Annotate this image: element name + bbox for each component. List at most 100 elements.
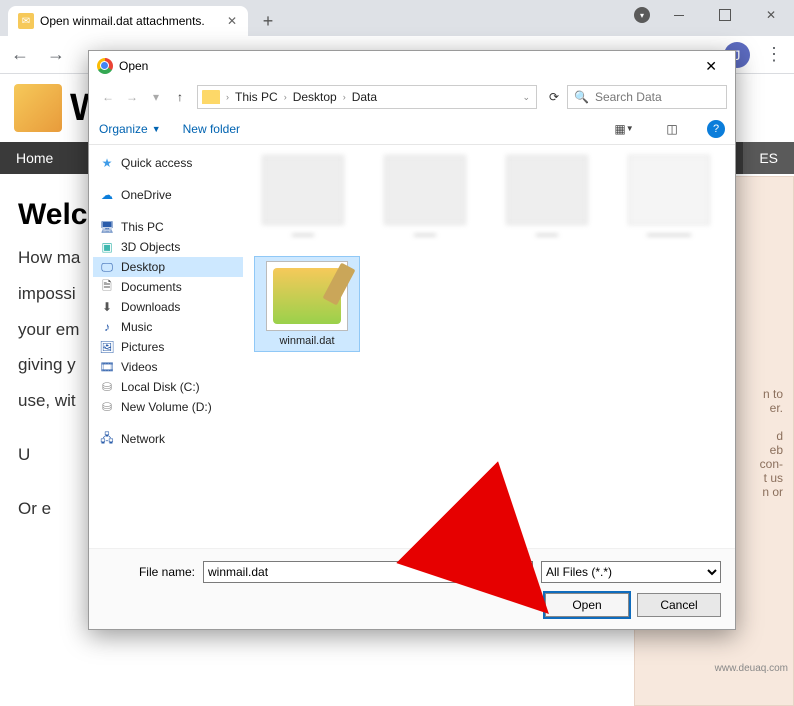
nav-lang[interactable]: ES bbox=[743, 142, 794, 174]
new-folder-button[interactable]: New folder bbox=[183, 122, 240, 136]
file-label: ———— bbox=[647, 229, 691, 241]
sidebar-music[interactable]: ♪ Music bbox=[93, 317, 243, 337]
tab-title: Open winmail.dat attachments. bbox=[40, 14, 205, 28]
sidebar-new-volume-d[interactable]: ⛁New Volume (D:) bbox=[93, 397, 243, 417]
file-thumbnail bbox=[628, 155, 710, 225]
window-maximize-button[interactable] bbox=[702, 0, 748, 30]
file-label: —— bbox=[292, 229, 314, 241]
refresh-icon[interactable]: ⟳ bbox=[543, 86, 565, 108]
file-open-dialog: Open ✕ ← → ▾ ↑ › This PC › Desktop › Dat… bbox=[88, 50, 736, 630]
window-minimize-button[interactable] bbox=[656, 0, 702, 30]
site-logo bbox=[14, 84, 62, 132]
dialog-close-button[interactable]: ✕ bbox=[695, 54, 727, 79]
file-label: —— bbox=[536, 229, 558, 241]
sidebar-documents[interactable]: 🗎 Documents bbox=[93, 277, 243, 297]
sidebar-label: OneDrive bbox=[121, 188, 172, 202]
file-thumbnail bbox=[262, 155, 344, 225]
desktop-icon: 🖵 bbox=[99, 260, 115, 274]
sidebar-label: Network bbox=[121, 432, 165, 446]
folder-icon bbox=[202, 90, 220, 104]
document-icon: 🗎 bbox=[99, 280, 115, 294]
nav-back-icon[interactable]: ← bbox=[8, 43, 32, 67]
footer-url: www.deuaq.com bbox=[715, 663, 788, 674]
organize-label: Organize bbox=[99, 122, 148, 136]
music-icon: ♪ bbox=[99, 320, 115, 334]
file-item[interactable]: —— bbox=[499, 155, 595, 241]
chevron-right-icon[interactable]: › bbox=[282, 92, 289, 102]
filename-label: File name: bbox=[103, 565, 195, 579]
video-icon: 🎞 bbox=[99, 360, 115, 374]
cloud-icon: ☁ bbox=[99, 188, 115, 202]
file-item-selected[interactable]: winmail.dat bbox=[255, 257, 359, 351]
download-icon: ⬇ bbox=[99, 300, 115, 314]
window-close-button[interactable] bbox=[748, 0, 794, 30]
star-icon: ★ bbox=[99, 156, 115, 170]
file-label: winmail.dat bbox=[279, 335, 334, 347]
open-button[interactable]: Open bbox=[545, 593, 629, 617]
cube-icon: ▣ bbox=[99, 240, 115, 254]
browser-tab[interactable]: ✉ Open winmail.dat attachments. ✕ bbox=[8, 6, 248, 36]
dialog-sidebar: ★ Quick access ☁ OneDrive 🖥This PC ▣ 3D Obj… bbox=[89, 145, 247, 548]
sidebar-label: Pictures bbox=[121, 340, 164, 354]
nav-home[interactable]: Home bbox=[0, 142, 69, 174]
network-icon: 🖧 bbox=[99, 432, 115, 446]
sidebar-label: 3D Objects bbox=[121, 240, 180, 254]
sidebar-downloads[interactable]: ⬇ Downloads bbox=[93, 297, 243, 317]
nav-recent-icon[interactable]: ▾ bbox=[145, 86, 167, 108]
sidebar-label: Music bbox=[121, 320, 152, 334]
menu-icon[interactable]: ⋮ bbox=[762, 43, 786, 67]
dialog-address-bar: ← → ▾ ↑ › This PC › Desktop › Data ⌄ ⟳ 🔍… bbox=[89, 81, 735, 113]
sidebar-label: Downloads bbox=[121, 300, 180, 314]
sidebar-label: Desktop bbox=[121, 260, 165, 274]
filename-input[interactable] bbox=[203, 561, 533, 583]
chevron-right-icon[interactable]: › bbox=[341, 92, 348, 102]
tab-close-icon[interactable]: ✕ bbox=[226, 15, 238, 27]
sidebar-label: This PC bbox=[121, 220, 164, 234]
breadcrumb-item[interactable]: This PC bbox=[231, 90, 282, 104]
sidebar-label: Quick access bbox=[121, 156, 192, 170]
sidebar-this-pc[interactable]: 🖥This PC bbox=[93, 217, 243, 237]
sidebar-label: Local Disk (C:) bbox=[121, 380, 200, 394]
nav-back-icon[interactable]: ← bbox=[97, 86, 119, 108]
view-mode-button[interactable]: ▦ ▼ bbox=[611, 118, 637, 140]
dialog-toolbar: Organize ▼ New folder ▦ ▼ ◫ ? bbox=[89, 113, 735, 145]
chevron-down-icon: ▼ bbox=[152, 124, 161, 134]
nav-up-icon[interactable]: ↑ bbox=[169, 86, 191, 108]
account-indicator[interactable]: ▾ bbox=[628, 0, 656, 30]
organize-button[interactable]: Organize ▼ bbox=[99, 122, 161, 136]
breadcrumb-box[interactable]: › This PC › Desktop › Data ⌄ bbox=[197, 85, 537, 109]
file-label: —— bbox=[414, 229, 436, 241]
chevron-right-icon[interactable]: › bbox=[224, 92, 231, 102]
sidebar-label: Videos bbox=[121, 360, 157, 374]
help-icon[interactable]: ? bbox=[707, 120, 725, 138]
sidebar-label: Documents bbox=[121, 280, 182, 294]
preview-pane-button[interactable]: ◫ bbox=[659, 118, 685, 140]
dialog-titlebar: Open ✕ bbox=[89, 51, 735, 81]
sidebar-videos[interactable]: 🎞 Videos bbox=[93, 357, 243, 377]
cancel-button[interactable]: Cancel bbox=[637, 593, 721, 617]
sidebar-network[interactable]: 🖧 Network bbox=[93, 429, 243, 449]
chrome-icon bbox=[97, 58, 113, 74]
file-thumbnail bbox=[266, 261, 348, 331]
sidebar-3d-objects[interactable]: ▣ 3D Objects bbox=[93, 237, 243, 257]
breadcrumb-item[interactable]: Data bbox=[348, 90, 381, 104]
file-filter-select[interactable]: All Files (*.*) bbox=[541, 561, 721, 583]
new-tab-button[interactable]: + bbox=[254, 7, 282, 35]
sidebar-local-disk-c[interactable]: ⛁ Local Disk (C:) bbox=[93, 377, 243, 397]
sidebar-desktop[interactable]: 🖵 Desktop bbox=[93, 257, 243, 277]
search-placeholder: Search Data bbox=[595, 90, 662, 104]
nav-forward-icon: → bbox=[121, 86, 143, 108]
breadcrumb-item[interactable]: Desktop bbox=[289, 90, 341, 104]
file-item[interactable]: —— bbox=[377, 155, 473, 241]
nav-forward-icon[interactable]: → bbox=[44, 43, 68, 67]
file-list[interactable]: —— —— —— ———— winmail.dat bbox=[247, 145, 735, 548]
sidebar-pictures[interactable]: 🖼Pictures bbox=[93, 337, 243, 357]
search-box[interactable]: 🔍 Search Data bbox=[567, 85, 727, 109]
file-item[interactable]: ———— bbox=[621, 155, 717, 241]
sidebar-onedrive[interactable]: ☁ OneDrive bbox=[93, 185, 243, 205]
file-item[interactable]: —— bbox=[255, 155, 351, 241]
sidebar-quick-access[interactable]: ★ Quick access bbox=[93, 153, 243, 173]
disk-icon: ⛁ bbox=[99, 380, 115, 394]
file-thumbnail bbox=[506, 155, 588, 225]
chevron-down-icon[interactable]: ⌄ bbox=[520, 92, 532, 103]
